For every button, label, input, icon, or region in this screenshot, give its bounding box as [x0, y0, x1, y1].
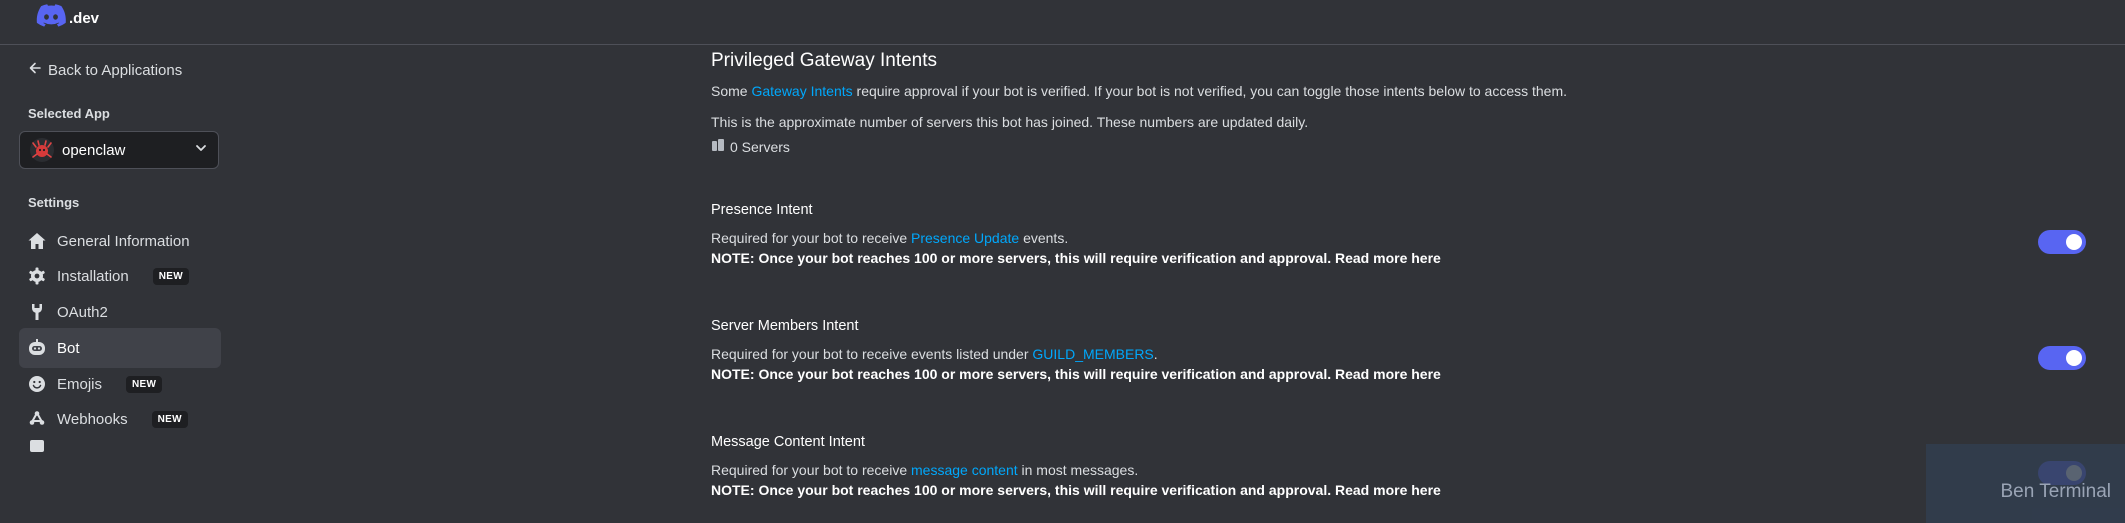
- page-title: Privileged Gateway Intents: [711, 50, 938, 71]
- new-badge: NEW: [126, 375, 163, 393]
- note-text: NOTE: Once your bot reaches 100 or more …: [711, 250, 1332, 266]
- description-text-end: .: [1153, 346, 1158, 362]
- sidebar-item-next-partial[interactable]: [19, 435, 221, 455]
- message-content-intent-description: Required for your bot to receive message…: [711, 462, 1138, 478]
- chevron-down-icon: [194, 141, 208, 160]
- description-text: Required for your bot to receive: [711, 230, 911, 246]
- description-text: Required for your bot to receive: [711, 462, 911, 478]
- toggle-knob: [2066, 234, 2082, 250]
- read-more-link[interactable]: Read more here: [1335, 482, 1441, 498]
- presence-update-link[interactable]: Presence Update: [911, 230, 1019, 246]
- back-to-applications-link[interactable]: Back to Applications: [28, 61, 182, 79]
- app-avatar: [30, 138, 54, 162]
- message-content-intent-title: Message Content Intent: [711, 434, 865, 450]
- sidebar: Back to Applications Selected App opencl…: [0, 45, 240, 523]
- server-members-intent-toggle[interactable]: [2038, 346, 2086, 370]
- sidebar-item-general-information[interactable]: General Information: [19, 221, 221, 261]
- toggle-knob: [2066, 350, 2082, 366]
- unknown-icon: [27, 435, 47, 455]
- sidebar-item-webhooks[interactable]: Webhooks NEW: [19, 399, 221, 439]
- note-text: NOTE: Once your bot reaches 100 or more …: [711, 482, 1332, 498]
- logo-text: .dev: [69, 10, 100, 27]
- presence-intent-note: NOTE: Once your bot reaches 100 or more …: [711, 250, 1441, 266]
- watermark-overlay: Ben Terminal: [1926, 444, 2125, 523]
- new-badge: NEW: [152, 267, 189, 285]
- sidebar-item-emojis[interactable]: Emojis NEW: [19, 364, 221, 404]
- gateway-intents-link[interactable]: Gateway Intents: [751, 83, 852, 99]
- discord-logo-icon: [36, 4, 66, 33]
- description-text: Required for your bot to receive events …: [711, 346, 1033, 362]
- read-more-link[interactable]: Read more here: [1335, 250, 1441, 266]
- selected-app-label: Selected App: [28, 106, 110, 121]
- note-text: NOTE: Once your bot reaches 100 or more …: [711, 366, 1332, 382]
- servers-note: This is the approximate number of server…: [711, 114, 1309, 130]
- new-badge: NEW: [151, 410, 188, 428]
- presence-intent-description: Required for your bot to receive Presenc…: [711, 230, 1068, 246]
- sidebar-item-label: General Information: [57, 232, 190, 250]
- server-count: 0 Servers: [711, 138, 790, 155]
- server-members-intent-note: NOTE: Once your bot reaches 100 or more …: [711, 366, 1441, 382]
- gear-icon: [27, 266, 47, 286]
- sidebar-item-label: Emojis: [57, 375, 103, 393]
- presence-intent-toggle[interactable]: [2038, 230, 2086, 254]
- presence-intent-title: Presence Intent: [711, 202, 813, 218]
- bot-icon: [27, 338, 47, 358]
- server-members-intent-description: Required for your bot to receive events …: [711, 346, 1158, 362]
- sidebar-item-bot[interactable]: Bot: [19, 328, 221, 368]
- message-content-link[interactable]: message content: [911, 462, 1018, 478]
- sidebar-item-label: Installation: [57, 267, 129, 285]
- read-more-link[interactable]: Read more here: [1335, 366, 1441, 382]
- home-icon: [27, 231, 47, 251]
- sidebar-item-label: Webhooks: [57, 410, 128, 428]
- webhook-icon: [27, 409, 47, 429]
- app-selector-dropdown[interactable]: openclaw: [19, 131, 219, 169]
- wrench-icon: [27, 302, 47, 322]
- intro-text-start: Some: [711, 83, 752, 99]
- watermark-text: Ben Terminal: [2000, 481, 2111, 502]
- message-content-intent-note: NOTE: Once your bot reaches 100 or more …: [711, 482, 1441, 498]
- smiley-icon: [27, 374, 47, 394]
- server-count-text: 0 Servers: [730, 138, 790, 155]
- sidebar-item-label: Bot: [57, 339, 80, 357]
- servers-icon: [711, 138, 725, 155]
- description-text-end: in most messages.: [1017, 462, 1139, 478]
- description-text-end: events.: [1019, 230, 1069, 246]
- guild-members-link[interactable]: GUILD_MEMBERS: [1032, 346, 1153, 362]
- server-members-intent-title: Server Members Intent: [711, 318, 859, 334]
- sidebar-item-label: OAuth2: [57, 303, 108, 321]
- settings-label: Settings: [28, 195, 80, 210]
- intro-text: Some Gateway Intents require approval if…: [711, 83, 1567, 99]
- intro-text-end: require approval if your bot is verified…: [852, 83, 1568, 99]
- sidebar-item-oauth2[interactable]: OAuth2: [19, 292, 221, 332]
- sidebar-item-installation[interactable]: Installation NEW: [19, 256, 221, 296]
- logo[interactable]: .dev: [36, 4, 99, 33]
- back-label: Back to Applications: [48, 61, 183, 79]
- arrow-left-icon: [28, 61, 42, 79]
- app-name: openclaw: [62, 141, 126, 159]
- top-bar: .dev: [0, 0, 2125, 45]
